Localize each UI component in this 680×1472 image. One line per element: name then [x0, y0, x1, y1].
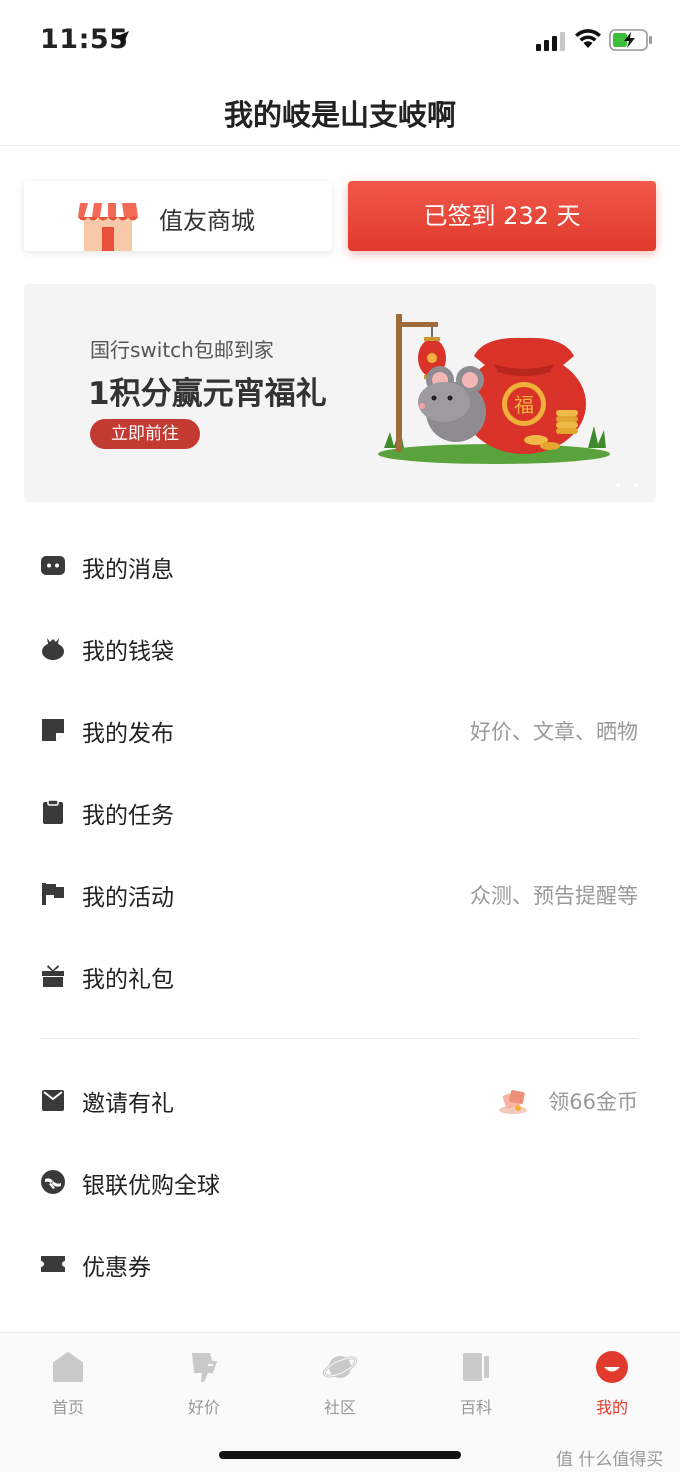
unionpay-icon — [41, 1170, 65, 1194]
menu-item-unionpay[interactable]: 银联优购全球 — [0, 1141, 680, 1223]
checkin-button[interactable]: 已签到 232 天 — [348, 181, 656, 251]
banner-dot — [634, 483, 638, 487]
banner-dot — [616, 483, 620, 487]
lucky-bag-mouse-illustration: 福 — [378, 314, 610, 464]
svg-text:福: 福 — [514, 393, 534, 417]
menu-item-coupons[interactable]: 优惠券 — [0, 1223, 680, 1305]
menu-label: 银联优购全球 — [82, 1173, 220, 1199]
menu-label: 我的任务 — [82, 803, 174, 829]
menu-hint: 众测、预告提醒等 — [470, 884, 638, 908]
banner-cta-button[interactable]: 立即前往 — [90, 419, 200, 449]
deal-icon — [192, 1353, 217, 1382]
profile-icon — [596, 1351, 628, 1383]
tab-label: 好价 — [187, 1398, 220, 1417]
menu-label: 优惠券 — [82, 1255, 151, 1281]
menu-item-gift-pack[interactable]: 我的礼包 — [0, 935, 680, 1017]
tab-label: 百科 — [459, 1398, 492, 1417]
menu-item-wallet[interactable]: 我的钱袋 — [0, 607, 680, 689]
planet-icon — [322, 1356, 358, 1378]
location-arrow-icon — [113, 31, 129, 47]
menu-label: 我的礼包 — [82, 967, 174, 993]
status-bar: 11:55 — [0, 0, 680, 80]
task-icon — [43, 799, 63, 824]
wallet-icon — [42, 638, 64, 660]
tab-deals[interactable]: 好价 — [136, 1333, 272, 1423]
mall-label: 值友商城 — [159, 207, 255, 235]
mall-button[interactable]: 值友商城 — [24, 181, 332, 251]
post-icon — [42, 719, 64, 741]
coin-gift-icon — [499, 1090, 527, 1114]
menu-hint: 领66金币 — [548, 1090, 638, 1114]
menu-item-activities[interactable]: 我的活动 众测、预告提醒等 — [0, 853, 680, 935]
tab-label: 社区 — [323, 1398, 356, 1417]
menu-label: 我的活动 — [82, 885, 174, 911]
message-icon — [41, 556, 65, 575]
menu-item-messages[interactable]: 我的消息 — [0, 525, 680, 607]
tab-label: 我的 — [595, 1398, 628, 1417]
tab-profile[interactable]: 我的 — [544, 1333, 680, 1423]
menu-divider — [40, 1038, 638, 1039]
book-icon — [463, 1353, 489, 1381]
page-title: 我的岐是山支岐啊 — [223, 98, 456, 132]
menu-label: 我的钱袋 — [82, 639, 174, 665]
banner-pagination — [602, 472, 638, 491]
promo-banner[interactable]: 国行switch包邮到家 1积分赢元宵福礼 立即前往 福 — [24, 284, 656, 502]
coupon-icon — [41, 1256, 65, 1272]
tab-community[interactable]: 社区 — [272, 1333, 408, 1423]
nav-bar: 我的岐是山支岐啊 — [0, 80, 680, 146]
wifi-icon — [575, 29, 601, 48]
menu-hint: 好价、文章、晒物 — [470, 720, 638, 744]
battery-icon — [609, 29, 652, 51]
menu-label: 我的发布 — [82, 721, 174, 747]
menu-item-tasks[interactable]: 我的任务 — [0, 771, 680, 853]
menu-item-invite[interactable]: 邀请有礼 领66金币 — [0, 1059, 680, 1141]
flag-icon — [42, 883, 64, 905]
invite-icon — [42, 1090, 64, 1111]
home-icon — [53, 1352, 83, 1382]
menu-label: 邀请有礼 — [82, 1091, 174, 1117]
watermark: 值 什么值得买 — [556, 1450, 664, 1470]
tab-home[interactable]: 首页 — [0, 1333, 136, 1423]
banner-title: 1积分赢元宵福礼 — [88, 376, 327, 412]
cellular-signal-icon — [536, 32, 565, 51]
menu-label: 我的消息 — [82, 557, 174, 583]
tab-label: 首页 — [51, 1398, 84, 1417]
menu-item-posts[interactable]: 我的发布 好价、文章、晒物 — [0, 689, 680, 771]
home-indicator[interactable] — [219, 1451, 461, 1459]
banner-subtitle: 国行switch包邮到家 — [90, 338, 274, 362]
gift-icon — [42, 965, 64, 987]
tab-bar: 首页 好价 社区 百科 我的 值 什么值得买 — [0, 1332, 680, 1472]
shop-icon — [78, 203, 138, 251]
tab-wiki[interactable]: 百科 — [408, 1333, 544, 1423]
